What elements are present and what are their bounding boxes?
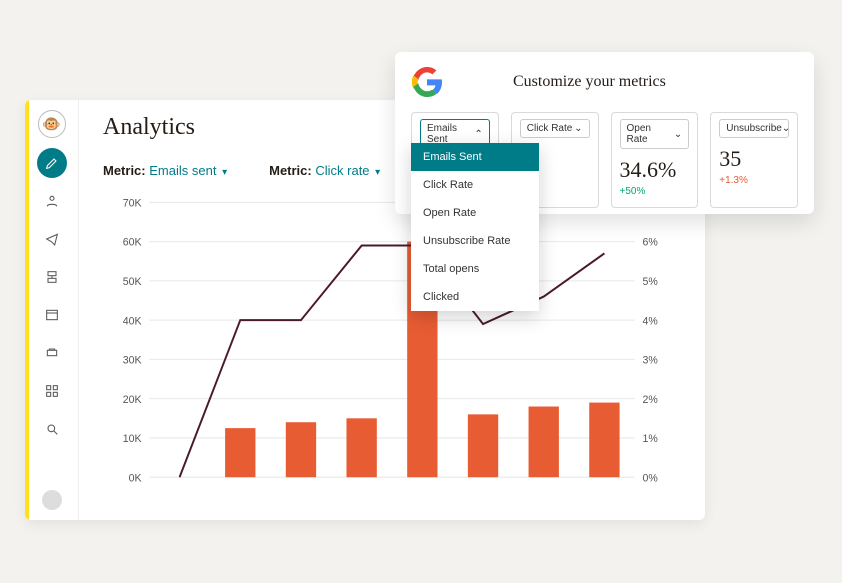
select-label: Click Rate xyxy=(527,123,573,134)
select-label: Open Rate xyxy=(627,123,674,145)
dropdown-item[interactable]: Click Rate xyxy=(411,171,539,199)
website-icon[interactable] xyxy=(37,300,67,330)
metric-select-click-rate[interactable]: Click Rate ⌄ xyxy=(520,119,590,138)
svg-text:30K: 30K xyxy=(123,354,142,366)
customize-metrics-card: Customize your metrics Emails Sent ⌃ .2%… xyxy=(395,52,814,214)
metric-delta: +50% xyxy=(620,186,690,197)
content-icon[interactable] xyxy=(37,338,67,368)
metric-value: Emails sent xyxy=(149,163,216,178)
mailchimp-logo-icon[interactable]: 🐵 xyxy=(38,110,66,138)
metric-value: Click rate xyxy=(315,163,369,178)
svg-text:70K: 70K xyxy=(123,197,142,209)
profile-avatar-placeholder[interactable] xyxy=(42,490,62,510)
metric-card-emails-sent: Emails Sent ⌃ .2% Emails Sent Click Rate… xyxy=(411,112,499,208)
chevron-down-icon: ⌄ xyxy=(674,129,682,140)
svg-text:10K: 10K xyxy=(123,433,142,445)
select-label: Emails Sent xyxy=(427,123,474,145)
metric-value: 35 xyxy=(719,146,789,172)
chevron-down-icon: ⌄ xyxy=(574,123,582,134)
integrations-icon[interactable] xyxy=(37,376,67,406)
metric-dropdown: Emails Sent Click Rate Open Rate Unsubsc… xyxy=(411,143,539,311)
svg-text:3%: 3% xyxy=(642,354,658,366)
metric-select-open-rate[interactable]: Open Rate ⌄ xyxy=(620,119,690,149)
svg-text:1%: 1% xyxy=(642,433,658,445)
chevron-up-icon: ⌃ xyxy=(474,129,482,140)
metric-card-open-rate: Open Rate ⌄ 34.6% +50% xyxy=(611,112,699,208)
metric-selector-click-rate[interactable]: Metric: Click rate ▾ xyxy=(269,163,380,178)
analytics-chart: 0K10K20K30K40K50K60K70K0%1%2%3%4%5%6%7% xyxy=(103,192,681,502)
audience-icon[interactable] xyxy=(37,186,67,216)
svg-text:2%: 2% xyxy=(642,393,658,405)
dropdown-item[interactable]: Total opens xyxy=(411,255,539,283)
search-icon[interactable] xyxy=(37,414,67,444)
metric-label: Metric: xyxy=(269,163,312,178)
svg-text:40K: 40K xyxy=(123,315,142,327)
select-label: Unsubscribe xyxy=(726,123,782,134)
svg-text:20K: 20K xyxy=(123,393,142,405)
svg-text:4%: 4% xyxy=(642,315,658,327)
automations-icon[interactable] xyxy=(37,262,67,292)
dropdown-item[interactable]: Open Rate xyxy=(411,199,539,227)
dropdown-item[interactable]: Unsubscribe Rate xyxy=(411,227,539,255)
metric-selector-emails-sent[interactable]: Metric: Emails sent ▾ xyxy=(103,163,227,178)
dropdown-item[interactable]: Emails Sent xyxy=(411,143,539,171)
dropdown-item[interactable]: Clicked xyxy=(411,283,539,311)
svg-text:60K: 60K xyxy=(123,236,142,248)
svg-text:0K: 0K xyxy=(129,472,143,484)
chevron-down-icon: ▾ xyxy=(375,167,380,178)
svg-text:6%: 6% xyxy=(642,236,658,248)
metric-select-unsubscribe[interactable]: Unsubscribe ⌄ xyxy=(719,119,789,138)
chevron-down-icon: ▾ xyxy=(222,167,227,178)
google-logo-icon xyxy=(411,66,443,98)
svg-text:50K: 50K xyxy=(123,276,142,288)
sidebar: 🐵 xyxy=(25,100,79,520)
chevron-down-icon: ⌄ xyxy=(782,123,790,134)
campaigns-icon[interactable] xyxy=(37,224,67,254)
svg-text:5%: 5% xyxy=(642,276,658,288)
metric-card-unsubscribe: Unsubscribe ⌄ 35 +1.3% xyxy=(710,112,798,208)
metric-delta: +1.3% xyxy=(719,175,789,186)
metric-value: 34.6% xyxy=(620,157,690,183)
customize-title: Customize your metrics xyxy=(513,73,666,91)
metric-label: Metric: xyxy=(103,163,146,178)
create-icon[interactable] xyxy=(37,148,67,178)
svg-text:0%: 0% xyxy=(642,472,658,484)
